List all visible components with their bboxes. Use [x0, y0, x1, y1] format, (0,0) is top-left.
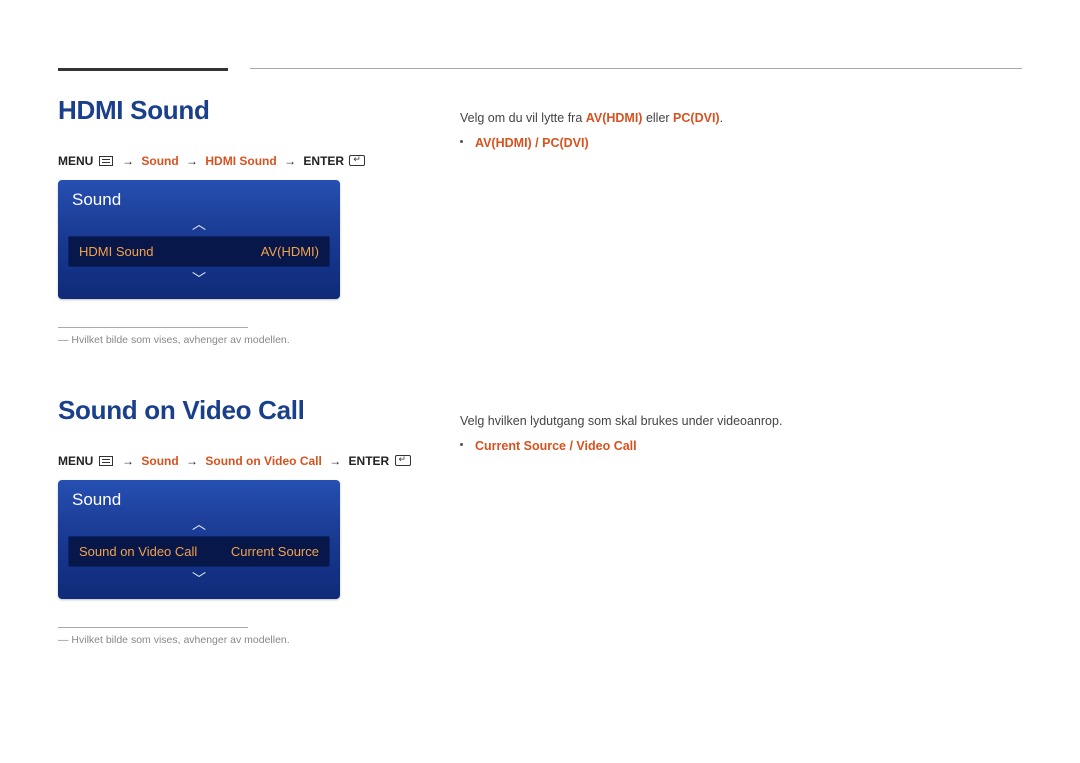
breadcrumb-item: HDMI Sound [205, 154, 276, 168]
bullet-icon [460, 140, 463, 143]
header-rule-thick [58, 68, 228, 71]
arrow-icon: → [122, 154, 134, 168]
osd-menu-panel: Sound ︿ HDMI Sound AV(HDMI) ﹀ [58, 180, 340, 299]
chevron-down-icon[interactable]: ﹀ [68, 571, 330, 587]
option-values: AV(HDMI) / PC(DVI) [475, 132, 589, 155]
arrow-icon: → [186, 154, 198, 168]
desc-highlight: AV(HDMI) [586, 111, 643, 125]
section-title: HDMI Sound [58, 95, 367, 126]
arrow-icon: → [284, 154, 296, 168]
breadcrumb-item: Sound [141, 454, 178, 468]
menu-icon [99, 156, 113, 166]
osd-menu-item[interactable]: HDMI Sound AV(HDMI) [68, 236, 330, 267]
chevron-down-icon[interactable]: ﹀ [68, 271, 330, 287]
description-block: Velg hvilken lydutgang som skal brukes u… [460, 410, 1010, 457]
breadcrumb: MENU → Sound → HDMI Sound → ENTER [58, 154, 367, 168]
breadcrumb-enter-label: ENTER [303, 154, 344, 168]
osd-item-label: Sound on Video Call [79, 544, 197, 559]
header-rule-thin [250, 68, 1022, 69]
chevron-up-icon[interactable]: ︿ [68, 516, 330, 532]
footnote-rule [58, 327, 248, 328]
footnote: ― Hvilket bilde som vises, avhenger av m… [58, 634, 413, 646]
footnote-rule [58, 627, 248, 628]
breadcrumb-item: Sound on Video Call [205, 454, 321, 468]
section-sound-video-call: Sound on Video Call MENU → Sound → Sound… [58, 395, 413, 646]
desc-text: eller [642, 111, 673, 125]
description-line: Velg om du vil lytte fra AV(HDMI) eller … [460, 107, 1010, 130]
section-hdmi-sound: HDMI Sound MENU → Sound → HDMI Sound → E… [58, 95, 367, 346]
osd-item-value: AV(HDMI) [261, 244, 319, 259]
osd-item-value: Current Source [231, 544, 319, 559]
page: HDMI Sound MENU → Sound → HDMI Sound → E… [0, 0, 1080, 763]
section-title: Sound on Video Call [58, 395, 413, 426]
breadcrumb: MENU → Sound → Sound on Video Call → ENT… [58, 454, 413, 468]
description-line: Velg hvilken lydutgang som skal brukes u… [460, 410, 1010, 433]
enter-icon [349, 155, 365, 166]
arrow-icon: → [329, 454, 341, 468]
option-values: Current Source / Video Call [475, 435, 637, 458]
desc-highlight: PC(DVI) [673, 111, 720, 125]
breadcrumb-enter-label: ENTER [349, 454, 390, 468]
osd-menu-panel: Sound ︿ Sound on Video Call Current Sour… [58, 480, 340, 599]
chevron-up-icon[interactable]: ︿ [68, 216, 330, 232]
breadcrumb-menu-label: MENU [58, 454, 93, 468]
bullet-icon [460, 443, 463, 446]
osd-menu-item[interactable]: Sound on Video Call Current Source [68, 536, 330, 567]
enter-icon [395, 455, 411, 466]
arrow-icon: → [186, 454, 198, 468]
footnote: ― Hvilket bilde som vises, avhenger av m… [58, 334, 367, 346]
breadcrumb-menu-label: MENU [58, 154, 93, 168]
osd-menu-title: Sound [72, 490, 330, 510]
arrow-icon: → [122, 454, 134, 468]
desc-text: . [720, 111, 723, 125]
option-bullet: Current Source / Video Call [460, 435, 1010, 458]
desc-text: Velg om du vil lytte fra [460, 111, 586, 125]
description-block: Velg om du vil lytte fra AV(HDMI) eller … [460, 107, 1010, 154]
breadcrumb-item: Sound [141, 154, 178, 168]
option-bullet: AV(HDMI) / PC(DVI) [460, 132, 1010, 155]
menu-icon [99, 456, 113, 466]
osd-menu-title: Sound [72, 190, 330, 210]
osd-item-label: HDMI Sound [79, 244, 153, 259]
